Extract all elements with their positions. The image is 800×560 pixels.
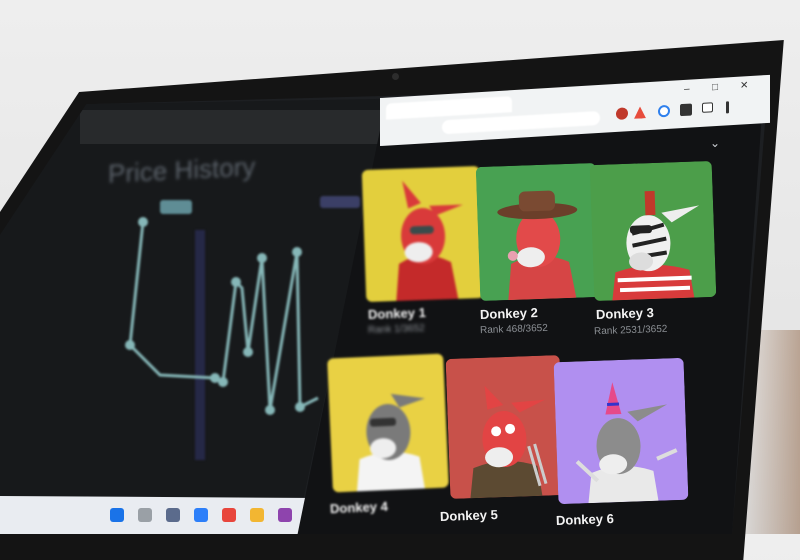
nft-card[interactable] [445,355,565,499]
menu-icon[interactable] [726,101,729,114]
nft-name[interactable]: Donkey 3 [596,305,654,322]
puzzle-icon[interactable] [680,103,692,117]
taskbar-icons [110,508,320,522]
nft-card[interactable] [553,357,689,505]
nft-rank: Rank 1/3652 [367,323,425,336]
nft-card[interactable] [475,162,601,302]
chrome-icon[interactable] [222,508,236,522]
nft-image [589,160,717,302]
triangle-icon[interactable] [634,106,646,119]
nft-image [475,162,601,302]
globe-icon[interactable] [658,104,670,118]
profile-icon[interactable] [616,107,628,120]
nft-image [327,353,449,493]
edge-icon[interactable] [194,508,208,522]
webcam [392,73,399,80]
nft-name[interactable]: Donkey 1 [368,305,426,322]
nft-image [445,355,565,499]
nft-card[interactable] [327,353,449,493]
nft-name[interactable]: Donkey 2 [480,305,538,322]
chart-chip-2 [320,196,360,208]
nft-image [553,357,689,505]
nft-card[interactable] [589,160,717,302]
start-icon[interactable] [110,508,124,522]
nft-image [361,165,485,303]
browser-tab[interactable] [386,96,512,120]
sidebar-icon[interactable] [702,102,713,113]
app-icon[interactable] [278,508,292,522]
chevron-down-icon[interactable]: ⌄ [710,136,720,150]
close-button[interactable]: ✕ [740,80,748,91]
taskview-icon[interactable] [166,508,180,522]
chart-points [125,217,305,415]
maximize-button[interactable]: □ [712,82,718,93]
folder-icon[interactable] [250,508,264,522]
nft-name[interactable]: Donkey 6 [556,511,614,528]
minimize-button[interactable]: – [684,84,690,95]
nft-name[interactable]: Donkey 4 [330,499,388,517]
nft-card[interactable] [361,165,485,303]
chart-chip [160,200,192,214]
nft-name[interactable]: Donkey 5 [440,507,498,524]
search-icon[interactable] [138,508,152,522]
